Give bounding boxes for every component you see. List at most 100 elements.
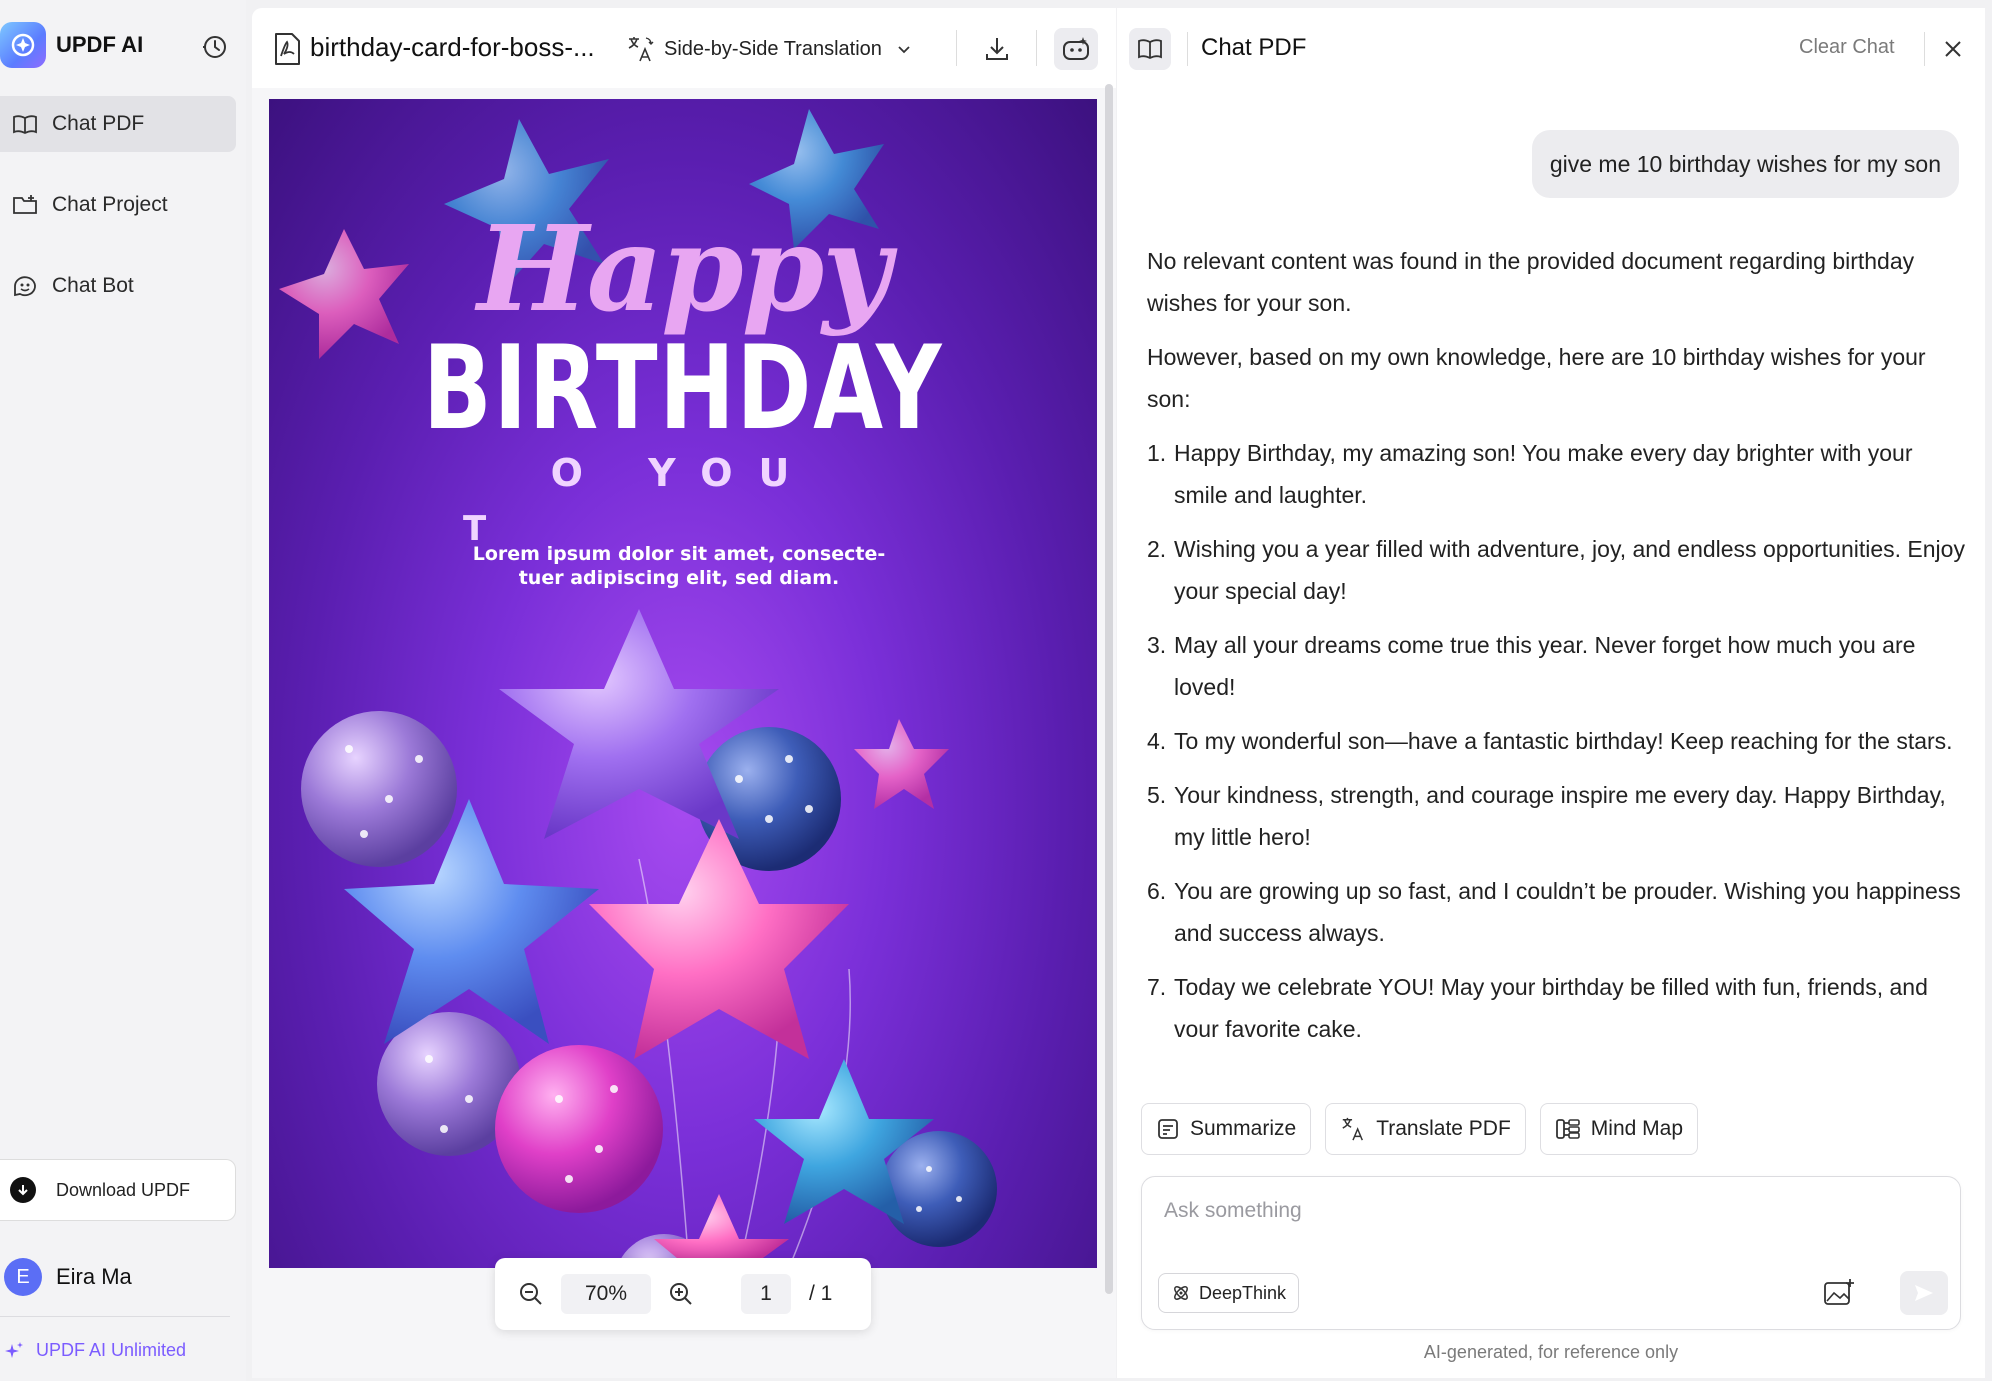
close-icon[interactable] bbox=[1938, 34, 1968, 64]
viewer-toolbar: birthday-card-for-boss-... Side-by-Side … bbox=[252, 8, 1116, 88]
download-updf-button[interactable]: Download UPDF bbox=[0, 1159, 236, 1221]
card-to-you-text: O YOU bbox=[550, 451, 816, 495]
user-message-bubble: give me 10 birthday wishes for my son bbox=[1531, 130, 1959, 198]
mind-map-button[interactable]: Mind Map bbox=[1539, 1103, 1698, 1155]
list-text: Today we celebrate YOU! May your birthda… bbox=[1174, 974, 1928, 1042]
pdf-page: Happy BIRTHDAY O YOU T Lorem ipsum dolor… bbox=[269, 99, 1097, 1268]
deepthink-label: DeepThink bbox=[1199, 1282, 1287, 1303]
ai-disclaimer: AI-generated, for reference only bbox=[1423, 1342, 1679, 1362]
bot-icon bbox=[14, 276, 36, 297]
list-number: 4. bbox=[1147, 728, 1167, 754]
sidebar-nav: Chat PDF Chat Project Chat Bot bbox=[0, 96, 236, 339]
list-item: 2. Wishing you a year filled with adventu… bbox=[1147, 528, 1965, 612]
chat-header: Chat PDF Clear Chat bbox=[1117, 8, 1985, 88]
file-name: birthday-card-for-boss-... bbox=[310, 32, 595, 62]
list-number: 3. bbox=[1147, 632, 1167, 658]
zoom-out-icon[interactable] bbox=[517, 1280, 545, 1308]
list-item: 5. Your kindness, strength, and courage i… bbox=[1147, 774, 1965, 858]
atom-icon bbox=[1174, 1286, 1188, 1300]
deepthink-toggle[interactable]: DeepThink bbox=[1158, 1273, 1300, 1313]
sidebar: UPDF AI Chat PDF Chat Project Chat Bot D… bbox=[0, 0, 246, 1381]
list-number: 2. bbox=[1147, 536, 1167, 562]
list-text: Happy Birthday, my amazing son! You make… bbox=[1174, 440, 1913, 508]
card-lorem-line: Lorem ipsum dolor sit amet, consecte- bbox=[472, 543, 886, 565]
list-text: May all your dreams come true this year.… bbox=[1174, 632, 1916, 700]
quick-actions: Summarize Translate PDF Mind Map bbox=[1141, 1103, 1712, 1155]
list-number: 1. bbox=[1147, 440, 1167, 466]
sidebar-item-chat-project[interactable]: Chat Project bbox=[0, 177, 236, 233]
list-number: 7. bbox=[1147, 974, 1167, 1000]
card-lorem-line: tuer adipiscing elit, sed diam. bbox=[518, 567, 840, 589]
pdf-viewer: birthday-card-for-boss-... Side-by-Side … bbox=[252, 8, 1116, 1378]
add-image-icon[interactable] bbox=[1822, 1277, 1856, 1309]
folder-icon bbox=[13, 195, 37, 214]
list-text: You are growing up so fast, and I couldn… bbox=[1174, 878, 1961, 946]
clear-chat-button[interactable]: Clear Chat bbox=[1799, 36, 1895, 59]
translation-mode-dropdown[interactable]: Side-by-Side Translation bbox=[626, 30, 912, 68]
list-item: 7. Today we celebrate YOU! May your birth… bbox=[1147, 966, 1965, 1050]
book-icon[interactable] bbox=[1129, 28, 1171, 70]
updf-ai-logo-icon bbox=[0, 22, 46, 68]
chip-label: Mind Map bbox=[1590, 1117, 1683, 1140]
list-text: Wishing you a year filled with adventure… bbox=[1174, 536, 1965, 604]
download-icon bbox=[10, 1177, 36, 1203]
sidebar-item-chat-pdf[interactable]: Chat PDF bbox=[0, 96, 236, 152]
pdf-file-icon bbox=[272, 32, 302, 66]
page-number-input[interactable]: 1 bbox=[741, 1274, 791, 1314]
plan-label: UPDF AI Unlimited bbox=[36, 1340, 187, 1360]
chat-panel: Chat PDF Clear Chat give me 10 birthday … bbox=[1117, 8, 1985, 1378]
zoom-toolbar: 70% 1 / 1 bbox=[495, 1258, 871, 1330]
translate-icon bbox=[628, 37, 654, 62]
sidebar-item-label: Chat Bot bbox=[52, 274, 134, 297]
divider bbox=[956, 30, 957, 66]
avatar: E bbox=[4, 1258, 42, 1296]
divider bbox=[1036, 30, 1037, 66]
list-text: Your kindness, strength, and courage ins… bbox=[1174, 782, 1946, 850]
card-happy-text: Happy bbox=[477, 199, 891, 338]
translate-pdf-button[interactable]: Translate PDF bbox=[1325, 1103, 1526, 1155]
list-item: 4. To my wonderful son—have a fantastic b… bbox=[1147, 720, 1965, 762]
sidebar-item-label: Chat Project bbox=[52, 193, 168, 216]
chat-title: Chat PDF bbox=[1201, 34, 1307, 61]
summarize-button[interactable]: Summarize bbox=[1141, 1103, 1312, 1155]
list-item: 3. May all your dreams come true this yea… bbox=[1147, 624, 1965, 708]
app-name: UPDF AI bbox=[56, 32, 144, 57]
ai-assistant-icon[interactable] bbox=[1054, 28, 1098, 70]
answer-paragraph: However, based on my own knowledge, here… bbox=[1147, 344, 1926, 412]
ai-answer: No relevant content was found in the pro… bbox=[1147, 240, 1965, 1062]
translate-icon bbox=[1342, 1117, 1364, 1141]
mind-map-icon bbox=[1555, 1119, 1580, 1139]
list-number: 5. bbox=[1147, 782, 1167, 808]
sidebar-item-chat-bot[interactable]: Chat Bot bbox=[0, 258, 236, 314]
card-lorem-text: Lorem ipsum dolor sit amet, consecte- tu… bbox=[459, 542, 899, 590]
download-icon[interactable] bbox=[980, 32, 1014, 66]
sidebar-item-label: Chat PDF bbox=[52, 112, 145, 135]
send-button[interactable] bbox=[1900, 1271, 1948, 1315]
history-icon[interactable] bbox=[200, 32, 230, 62]
list-text: To my wonderful son—have a fantastic bir… bbox=[1174, 728, 1953, 754]
sparkle-icon bbox=[5, 1341, 23, 1358]
list-item: 6. You are growing up so fast, and I coul… bbox=[1147, 870, 1965, 954]
divider bbox=[1924, 32, 1925, 66]
user-profile[interactable]: E Eira Ma bbox=[4, 1258, 132, 1296]
divider bbox=[0, 1316, 230, 1317]
user-name: Eira Ma bbox=[56, 1264, 132, 1289]
zoom-in-icon[interactable] bbox=[667, 1280, 695, 1308]
card-birthday-text: BIRTHDAY bbox=[422, 321, 944, 456]
send-icon bbox=[1915, 1285, 1933, 1301]
page-total: / 1 bbox=[809, 1282, 833, 1305]
summarize-icon bbox=[1158, 1119, 1178, 1139]
chip-label: Summarize bbox=[1190, 1117, 1297, 1140]
chat-input-box: DeepThink bbox=[1141, 1176, 1961, 1330]
open-book-icon bbox=[13, 115, 37, 135]
brand: UPDF AI bbox=[0, 20, 143, 70]
download-label: Download UPDF bbox=[56, 1179, 191, 1200]
plan-link[interactable]: UPDF AI Unlimited bbox=[4, 1340, 186, 1361]
chip-label: Translate PDF bbox=[1376, 1117, 1511, 1140]
translation-mode-label: Side-by-Side Translation bbox=[664, 37, 882, 60]
ask-input[interactable] bbox=[1164, 1199, 1864, 1223]
wishes-list: 1. Happy Birthday, my amazing son! You ma… bbox=[1147, 432, 1965, 1050]
zoom-level[interactable]: 70% bbox=[561, 1274, 651, 1314]
chevron-down-icon bbox=[898, 46, 910, 54]
scrollbar[interactable] bbox=[1105, 84, 1113, 1294]
